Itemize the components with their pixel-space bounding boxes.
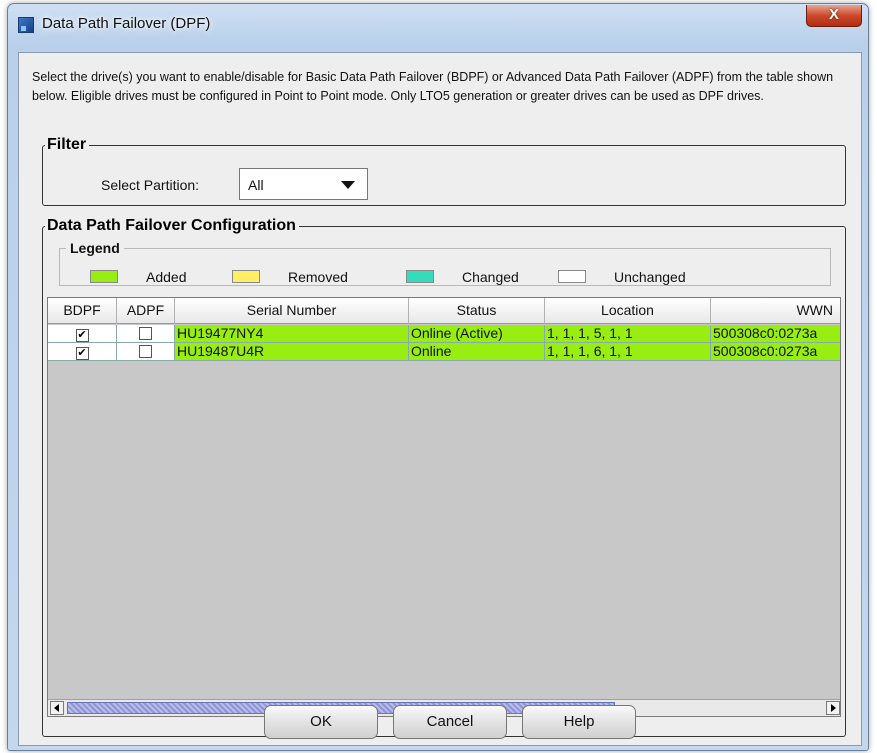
drives-table: BDPF ADPF Serial Number Status Location …	[47, 297, 841, 717]
partition-dropdown[interactable]: All	[239, 168, 368, 200]
window-title: Data Path Failover (DPF)	[42, 15, 211, 32]
adpf-checkbox[interactable]	[139, 327, 152, 340]
adpf-cell	[117, 325, 175, 343]
table-row[interactable]: ✔ HU19477NY4 Online (Active) 1, 1, 1, 5,…	[48, 325, 840, 343]
location-cell: 1, 1, 1, 5, 1, 1	[545, 325, 711, 343]
bdpf-checkbox[interactable]: ✔	[75, 347, 89, 360]
help-button[interactable]: Help	[522, 705, 636, 739]
dpf-configuration-title: Data Path Failover Configuration	[47, 217, 296, 234]
legend-label-unchanged: Unchanged	[614, 269, 686, 285]
legend-label-added: Added	[146, 269, 187, 285]
bdpf-cell: ✔	[48, 343, 117, 361]
legend-item-added: Added	[90, 269, 186, 285]
legend-item-changed: Changed	[406, 269, 519, 285]
location-cell: 1, 1, 1, 6, 1, 1	[545, 343, 711, 361]
instructions-text: Select the drive(s) you want to enable/d…	[32, 70, 834, 103]
swatch-changed	[406, 270, 434, 283]
select-partition-label: Select Partition:	[101, 177, 200, 193]
title-bar[interactable]: Data Path Failover (DPF) X	[8, 4, 868, 40]
ok-button[interactable]: OK	[264, 705, 378, 739]
scroll-left-arrow-icon[interactable]	[50, 701, 64, 715]
wwn-cell: 500308c0:0273a	[711, 343, 840, 361]
dropdown-arrow-icon	[341, 181, 355, 189]
swatch-unchanged	[558, 270, 586, 283]
dialog-body: Select the drive(s) you want to enable/d…	[18, 52, 862, 746]
serial-number-cell: HU19477NY4	[175, 325, 409, 343]
close-button[interactable]: X	[806, 5, 862, 27]
filter-group: Filter Select Partition: All	[42, 136, 846, 206]
legend-label-removed: Removed	[288, 269, 348, 285]
dpf-dialog: Data Path Failover (DPF) X Select the dr…	[7, 3, 869, 751]
legend-item-removed: Removed	[232, 269, 348, 285]
table-header: BDPF ADPF Serial Number Status Location …	[48, 298, 840, 324]
legend-item-unchanged: Unchanged	[558, 269, 686, 285]
bdpf-cell: ✔	[48, 325, 117, 343]
wwn-cell: 500308c0:0273a	[711, 325, 840, 343]
column-header-wwn[interactable]: WWN	[711, 298, 840, 324]
scroll-right-arrow-icon[interactable]	[826, 701, 840, 715]
partition-selected-value: All	[248, 177, 264, 193]
legend-title: Legend	[70, 240, 120, 256]
status-cell: Online (Active)	[409, 325, 545, 343]
swatch-added	[90, 270, 118, 283]
legend-box: Legend Added Removed Changed Unchanged	[59, 240, 831, 286]
filter-title: Filter	[47, 136, 87, 153]
column-header-status[interactable]: Status	[409, 298, 545, 324]
column-header-serial-number[interactable]: Serial Number	[175, 298, 409, 324]
adpf-cell	[117, 343, 175, 361]
column-header-bdpf[interactable]: BDPF	[48, 298, 117, 324]
dpf-configuration-group: Data Path Failover Configuration Legend …	[42, 217, 846, 737]
serial-number-cell: HU19487U4R	[175, 343, 409, 361]
table-row[interactable]: ✔ HU19487U4R Online 1, 1, 1, 6, 1, 1 500…	[48, 343, 840, 361]
adpf-checkbox[interactable]	[139, 345, 152, 358]
swatch-removed	[232, 270, 260, 283]
column-header-adpf[interactable]: ADPF	[117, 298, 175, 324]
bdpf-checkbox[interactable]: ✔	[75, 329, 89, 342]
legend-label-changed: Changed	[462, 269, 519, 285]
status-cell: Online	[409, 343, 545, 361]
column-header-location[interactable]: Location	[545, 298, 711, 324]
app-icon	[18, 17, 34, 33]
cancel-button[interactable]: Cancel	[393, 705, 507, 739]
